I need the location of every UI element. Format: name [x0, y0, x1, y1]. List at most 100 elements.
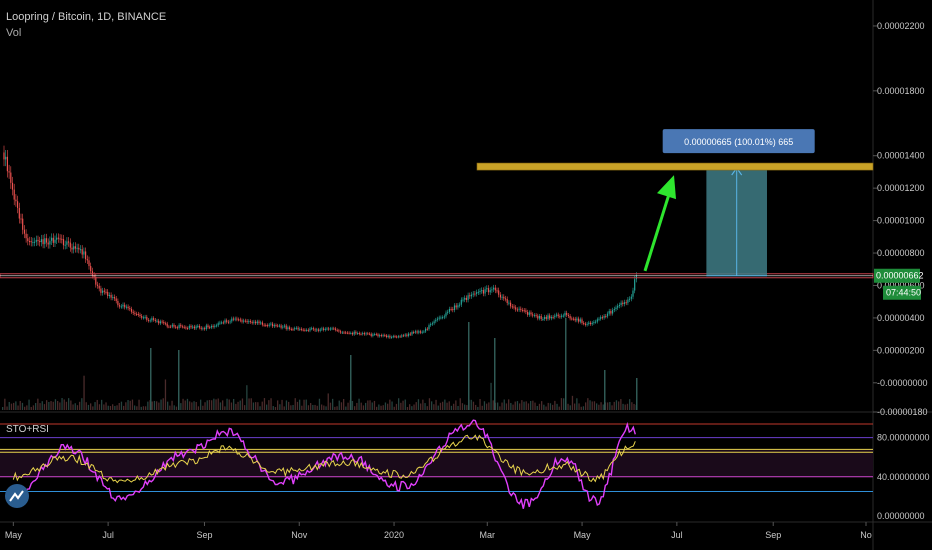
price-tick-label: 0.00000800: [877, 248, 925, 258]
volume-bar: [611, 405, 613, 410]
price-candle: [244, 320, 246, 322]
price-candle: [236, 318, 238, 320]
price-candle: [533, 315, 535, 317]
price-candle: [122, 304, 124, 307]
volume-bar: [580, 406, 582, 410]
price-candle: [91, 271, 93, 276]
price-candle: [260, 322, 262, 324]
volume-bar: [307, 405, 310, 410]
volume-bar: [554, 400, 556, 410]
price-candle: [146, 316, 148, 320]
volume-bar: [131, 399, 134, 410]
price-candle: [258, 321, 260, 324]
volume-bar: [391, 401, 393, 410]
price-candle: [363, 333, 365, 335]
volume-bar: [237, 401, 239, 410]
volume-bar: [365, 402, 367, 410]
price-candle: [353, 331, 355, 335]
time-tick-label: May: [574, 530, 592, 540]
price-candle: [268, 324, 270, 326]
tradingview-logo-icon[interactable]: [5, 484, 29, 508]
price-candle: [440, 317, 442, 319]
price-candle: [487, 288, 490, 293]
price-candle: [210, 325, 212, 328]
volume-bar: [118, 402, 120, 410]
volume-bar: [72, 404, 74, 410]
price-candle: [314, 329, 316, 331]
volume-bar: [250, 398, 252, 410]
volume-bar: [4, 398, 6, 410]
volume-bar: [400, 402, 402, 410]
price-candle: [297, 327, 299, 330]
price-candle: [433, 321, 435, 324]
price-candle: [370, 333, 372, 336]
volume-bar: [48, 401, 50, 410]
price-candle: [141, 316, 143, 318]
volume-bar: [483, 401, 486, 410]
volume-bar: [81, 398, 83, 410]
volume-bar: [292, 404, 294, 410]
price-candle: [486, 288, 488, 290]
price-candle: [606, 313, 609, 317]
price-candle: [144, 316, 146, 318]
price-candle: [134, 312, 136, 314]
price-candle: [44, 238, 46, 245]
price-candle: [617, 305, 619, 308]
price-candle: [527, 312, 529, 315]
price-candle: [159, 321, 161, 324]
price-candle: [222, 322, 224, 324]
volume-bar: [477, 406, 479, 410]
volume-bar: [417, 399, 420, 410]
volume-bar: [345, 406, 347, 410]
volume-bar: [63, 399, 65, 410]
volume-bar: [395, 403, 398, 410]
price-candle: [448, 308, 450, 312]
price-candle: [613, 308, 615, 310]
price-candle: [455, 305, 457, 308]
price-candle: [402, 335, 405, 337]
price-candle: [37, 239, 39, 242]
chart-canvas[interactable]: 0.00002200 0.00001800 0.00001400 0.00001200…: [0, 0, 932, 550]
volume-bar: [475, 404, 477, 410]
volume-bar: [446, 402, 448, 410]
indicator-tick-label: 80.00000000: [877, 433, 930, 443]
price-candle: [221, 322, 223, 324]
volume-bar: [545, 406, 547, 410]
volume-bar: [59, 402, 61, 410]
volume-bar: [636, 378, 638, 410]
volume-bar: [571, 395, 574, 410]
price-candle: [358, 333, 360, 335]
price-candle: [476, 292, 478, 294]
price-candle: [343, 332, 345, 334]
price-candle: [316, 329, 318, 331]
volume-bar: [332, 398, 334, 410]
price-candle: [272, 323, 274, 327]
price-candle: [564, 312, 566, 316]
volume-bar: [184, 400, 186, 410]
volume-bar: [252, 402, 255, 410]
volume-bar: [175, 406, 178, 410]
price-candle: [214, 325, 216, 327]
price-candle: [120, 306, 122, 308]
price-candle: [397, 336, 399, 338]
price-candle: [331, 328, 333, 330]
volume-bar: [171, 400, 173, 410]
price-candle: [115, 298, 117, 301]
price-candle: [266, 325, 269, 327]
price-candle: [256, 321, 258, 324]
price-candle: [428, 325, 430, 330]
price-candle: [62, 239, 65, 246]
volume-bar: [98, 404, 101, 410]
price-candle: [103, 290, 105, 292]
volume-bar: [499, 406, 501, 410]
volume-bar: [376, 406, 378, 410]
price-candle: [312, 328, 314, 330]
volume-bar: [120, 401, 123, 410]
volume-bar: [505, 403, 508, 410]
price-tick-label: 0.00001800: [877, 86, 925, 96]
price-candle: [379, 335, 381, 337]
price-candle: [74, 246, 76, 249]
price-candle: [598, 318, 600, 320]
volume-bar: [481, 405, 483, 410]
price-candle: [224, 320, 226, 323]
